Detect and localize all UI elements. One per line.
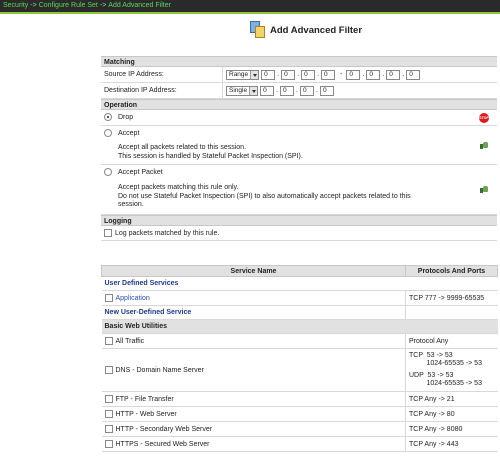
dns-checkbox[interactable] (104, 366, 113, 374)
table-row: HTTP - Web Server TCP Any -> 80 (101, 406, 498, 422)
operation-accept-packet: Accept Packet Accept packets matching th… (101, 165, 497, 215)
ftp-checkbox[interactable] (104, 395, 113, 403)
table-row: DNS - Domain Name Server TCP 53 -> 53 10… (101, 348, 498, 392)
table-row: HTTPS - Secured Web Server TCP Any -> 44… (101, 436, 498, 452)
source-to-octet-2[interactable]: 0 (366, 69, 381, 80)
source-from-octet-2[interactable]: 0 (281, 69, 296, 80)
source-ip-label: Source IP Address: (101, 67, 223, 82)
accept-radio[interactable] (104, 129, 112, 137)
thumbs-up-icon (480, 141, 488, 149)
dns-label: DNS - Domain Name Server (115, 366, 204, 374)
destination-octet-2[interactable]: 0 (280, 85, 295, 96)
breadcrumb-bar: Security -> Configure Rule Set -> Add Advanc… (0, 0, 500, 12)
operation-drop: Drop STOP (101, 110, 497, 126)
filter-documents-icon (250, 21, 266, 39)
range-separator: - (340, 71, 343, 78)
table-row: New User-Defined Service (101, 305, 498, 320)
thumbs-up-icon (480, 185, 488, 193)
http-protocol: TCP Any -> 80 (409, 410, 455, 418)
all-traffic-label: All Traffic (115, 337, 145, 345)
breadcrumb-security[interactable]: Security (3, 2, 28, 9)
source-to-octet-3[interactable]: 0 (386, 69, 401, 80)
header-accent-line (0, 12, 500, 14)
breadcrumb-add-advanced-filter: Add Advanced Filter (108, 2, 171, 9)
table-row: HTTP - Secondary Web Server TCP Any -> 8… (101, 421, 498, 437)
dns-udp-protocol: UDP 53 -> 53 1024-65535 -> 53 (409, 372, 482, 387)
application-link[interactable]: Application (116, 295, 150, 302)
destination-octet-1[interactable]: 0 (260, 85, 275, 96)
http-secondary-checkbox[interactable] (104, 425, 113, 433)
user-defined-services-header: User Defined Services (101, 276, 498, 291)
ftp-label: FTP - File Transfer (115, 395, 174, 403)
chevron-down-icon (250, 70, 259, 79)
destination-ip-row: Destination IP Address: Single 0. 0. 0. … (101, 83, 497, 99)
accept-description-1: Accept all packets related to this sessi… (118, 144, 247, 151)
all-traffic-protocol: Protocol Any (409, 337, 449, 345)
destination-octet-4[interactable]: 0 (319, 85, 334, 96)
accept-description-2: This session is handled by Stateful Pack… (118, 152, 303, 160)
operation-header: Operation (101, 99, 497, 110)
source-mode-select[interactable]: Range (226, 69, 260, 80)
destination-ip-label: Destination IP Address: (101, 83, 223, 98)
http-secondary-protocol: TCP Any -> 8080 (409, 425, 463, 433)
matching-header: Matching (101, 56, 497, 67)
https-checkbox[interactable] (104, 440, 113, 448)
services-table: Service Name Protocols And Ports User De… (101, 265, 498, 452)
breadcrumb-separator: -> (99, 2, 107, 9)
https-protocol: TCP Any -> 443 (409, 440, 459, 448)
breadcrumb-separator: -> (30, 2, 37, 9)
source-from-octet-4[interactable]: 0 (321, 69, 336, 80)
destination-mode-select[interactable]: Single (226, 85, 259, 96)
breadcrumb-configure-rule-set[interactable]: Configure Rule Set (39, 2, 98, 9)
page-title: Add Advanced Filter (270, 24, 363, 36)
dns-tcp-protocol: TCP 53 -> 53 1024-65535 -> 53 (409, 352, 482, 367)
source-to-octet-1[interactable]: 0 (346, 69, 361, 80)
page-header: Add Advanced Filter (250, 20, 362, 40)
https-label: HTTPS - Secured Web Server (115, 440, 210, 448)
protocols-ports-header: Protocols And Ports (405, 265, 498, 277)
table-row: FTP - File Transfer TCP Any -> 21 (101, 391, 498, 407)
accept-packet-label: Accept Packet (118, 168, 163, 176)
application-protocol: TCP 777 -> 9999-65535 (409, 294, 485, 302)
ftp-protocol: TCP Any -> 21 (409, 395, 455, 403)
table-row: Application TCP 777 -> 9999-65535 (101, 290, 498, 306)
drop-label: Drop (118, 113, 134, 121)
http-checkbox[interactable] (104, 410, 113, 418)
table-row: All Traffic Protocol Any (101, 333, 498, 349)
accept-label: Accept (118, 129, 140, 137)
basic-web-utilities-header: Basic Web Utilities (101, 319, 498, 334)
application-checkbox[interactable] (104, 294, 113, 302)
destination-octet-3[interactable]: 0 (299, 85, 314, 96)
stop-sign-icon: STOP (479, 113, 489, 123)
log-packets-checkbox[interactable] (104, 229, 112, 237)
log-packets-label: Log packets matched by this rule. (115, 229, 220, 237)
accept-packet-radio[interactable] (104, 168, 112, 176)
service-name-header: Service Name (101, 265, 406, 277)
drop-radio[interactable] (104, 113, 112, 121)
filter-form: Matching Source IP Address: Range 0. 0. … (101, 56, 497, 241)
accept-packet-description-1: Accept packets matching this rule only. (118, 184, 239, 191)
all-traffic-checkbox[interactable] (104, 337, 113, 345)
logging-header: Logging (101, 215, 497, 226)
chevron-down-icon (249, 86, 258, 95)
log-row: Log packets matched by this rule. (101, 226, 497, 241)
http-secondary-label: HTTP - Secondary Web Server (115, 425, 213, 433)
accept-packet-description-2: Do not use Stateful Packet Inspection (S… (118, 192, 411, 200)
accept-packet-description-3: session. (118, 201, 144, 208)
source-ip-row: Source IP Address: Range 0. 0. 0. 0 - 0.… (101, 67, 497, 83)
operation-accept: Accept Accept all packets related to thi… (101, 126, 497, 165)
source-to-octet-4[interactable]: 0 (406, 69, 421, 80)
source-from-octet-1[interactable]: 0 (261, 69, 276, 80)
http-label: HTTP - Web Server (115, 410, 177, 418)
source-from-octet-3[interactable]: 0 (301, 69, 316, 80)
breadcrumb: Security -> Configure Rule Set -> Add Advanc… (3, 2, 171, 9)
new-user-defined-service-link[interactable]: New User-Defined Service (105, 309, 192, 316)
